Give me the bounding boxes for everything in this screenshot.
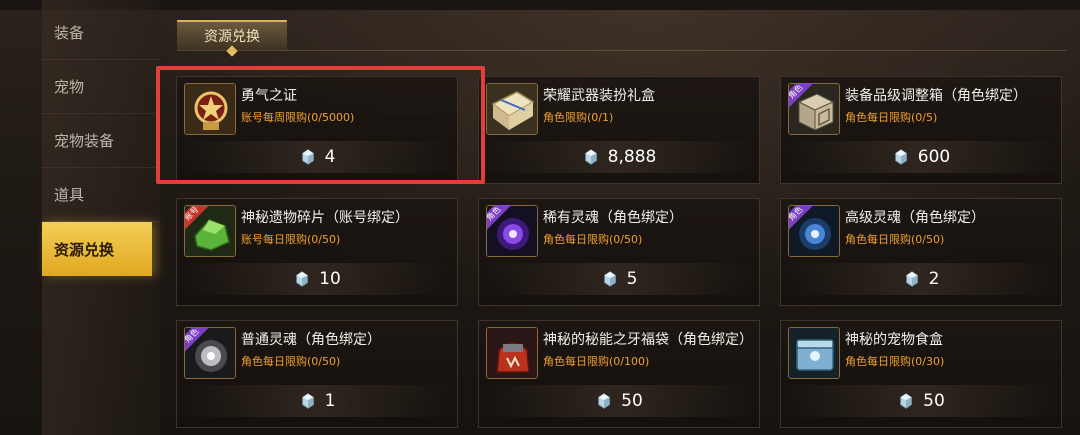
- item-price: 2: [928, 269, 940, 289]
- gem-icon: [601, 270, 619, 288]
- purchase-limit: 角色每日限购(0/30): [845, 355, 945, 368]
- shop-item-card[interactable]: 角色 稀有灵魂（角色绑定） 角色每日限购(0/50) 5: [478, 198, 760, 306]
- price-bar: 50: [479, 385, 759, 417]
- item-name: 装备品级调整箱（角色绑定）: [845, 88, 1027, 104]
- relic-fragment-icon: 账号: [184, 205, 236, 257]
- sidebar-item-label: 宠物装备: [54, 132, 115, 150]
- sidebar-item-label: 道具: [54, 186, 85, 204]
- shop-item-card[interactable]: 账号 神秘遗物碎片（账号绑定） 账号每日限购(0/50) 10: [176, 198, 458, 306]
- price-bar: 2: [781, 263, 1061, 295]
- item-name: 神秘的秘能之牙福袋（角色绑定）: [543, 332, 753, 348]
- common-soul-icon: 角色: [184, 327, 236, 379]
- item-name: 神秘的宠物食盒: [845, 332, 943, 348]
- shop-item-card[interactable]: 荣耀武器装扮礼盒 角色限购(0/1) 8,888: [478, 76, 760, 184]
- selection-highlight: [156, 66, 485, 184]
- item-price: 8,888: [607, 147, 657, 167]
- sidebar-item-label: 资源兑换: [54, 240, 115, 259]
- gem-icon: [892, 148, 910, 166]
- price-bar: 50: [781, 385, 1061, 417]
- sidebar-item-resource-exchange[interactable]: 资源兑换: [42, 222, 152, 276]
- sidebar-item-label: 宠物: [54, 78, 85, 96]
- price-bar: 10: [177, 263, 457, 295]
- purchase-limit: 角色每日限购(0/50): [543, 233, 643, 246]
- purchase-limit: 角色每日限购(0/5): [845, 111, 938, 124]
- price-bar: 600: [781, 141, 1061, 173]
- cube-box-icon: 角色: [788, 83, 840, 135]
- sidebar-item-equipment[interactable]: 装备: [42, 6, 160, 60]
- tab-resource-exchange[interactable]: 资源兑换: [177, 20, 287, 57]
- gem-icon: [582, 148, 600, 166]
- gift-box-icon: [486, 83, 538, 135]
- shop-item-card[interactable]: 角色 高级灵魂（角色绑定） 角色每日限购(0/50) 2: [780, 198, 1062, 306]
- item-price: 10: [319, 269, 341, 289]
- rare-soul-icon: 角色: [486, 205, 538, 257]
- advanced-soul-icon: 角色: [788, 205, 840, 257]
- category-sidebar: 装备 宠物 宠物装备 道具 资源兑换: [42, 0, 160, 435]
- purchase-limit: 角色每日限购(0/50): [241, 355, 341, 368]
- purchase-limit: 角色每日限购(0/100): [543, 355, 650, 368]
- top-band: [0, 0, 1080, 10]
- item-name: 稀有灵魂（角色绑定）: [543, 210, 683, 226]
- price-bar: 8,888: [479, 141, 759, 173]
- item-name: 神秘遗物碎片（账号绑定）: [241, 210, 409, 226]
- item-price: 50: [923, 391, 945, 411]
- tab-indicator-icon: [226, 45, 238, 57]
- gem-icon: [903, 270, 921, 288]
- item-name: 高级灵魂（角色绑定）: [845, 210, 985, 226]
- item-name: 普通灵魂（角色绑定）: [241, 332, 381, 348]
- sidebar-item-props[interactable]: 道具: [42, 168, 160, 222]
- shop-item-card[interactable]: 神秘的宠物食盒 角色每日限购(0/30) 50: [780, 320, 1062, 428]
- fang-bag-icon: [486, 327, 538, 379]
- shop-item-card[interactable]: 角色 普通灵魂（角色绑定） 角色每日限购(0/50) 1: [176, 320, 458, 428]
- item-price: 5: [626, 269, 638, 289]
- shop-item-card[interactable]: 角色 装备品级调整箱（角色绑定） 角色每日限购(0/5) 600: [780, 76, 1062, 184]
- gem-icon: [595, 392, 613, 410]
- item-price: 50: [621, 391, 643, 411]
- sidebar-item-pet-equipment[interactable]: 宠物装备: [42, 114, 160, 168]
- purchase-limit: 角色限购(0/1): [543, 111, 614, 124]
- price-bar: 5: [479, 263, 759, 295]
- pet-food-box-icon: [788, 327, 840, 379]
- gem-icon: [293, 270, 311, 288]
- item-price: 1: [324, 391, 336, 411]
- shop-item-card[interactable]: 神秘的秘能之牙福袋（角色绑定） 角色每日限购(0/100) 50: [478, 320, 760, 428]
- sidebar-item-pets[interactable]: 宠物: [42, 60, 160, 114]
- purchase-limit: 角色每日限购(0/50): [845, 233, 945, 246]
- price-bar: 1: [177, 385, 457, 417]
- gem-icon: [299, 392, 317, 410]
- item-name: 荣耀武器装扮礼盒: [543, 88, 655, 104]
- tab-label: 资源兑换: [204, 29, 260, 45]
- item-price: 600: [917, 147, 951, 167]
- purchase-limit: 账号每日限购(0/50): [241, 233, 341, 246]
- sidebar-item-label: 装备: [54, 24, 85, 42]
- gem-icon: [897, 392, 915, 410]
- tab-divider: [177, 50, 1067, 51]
